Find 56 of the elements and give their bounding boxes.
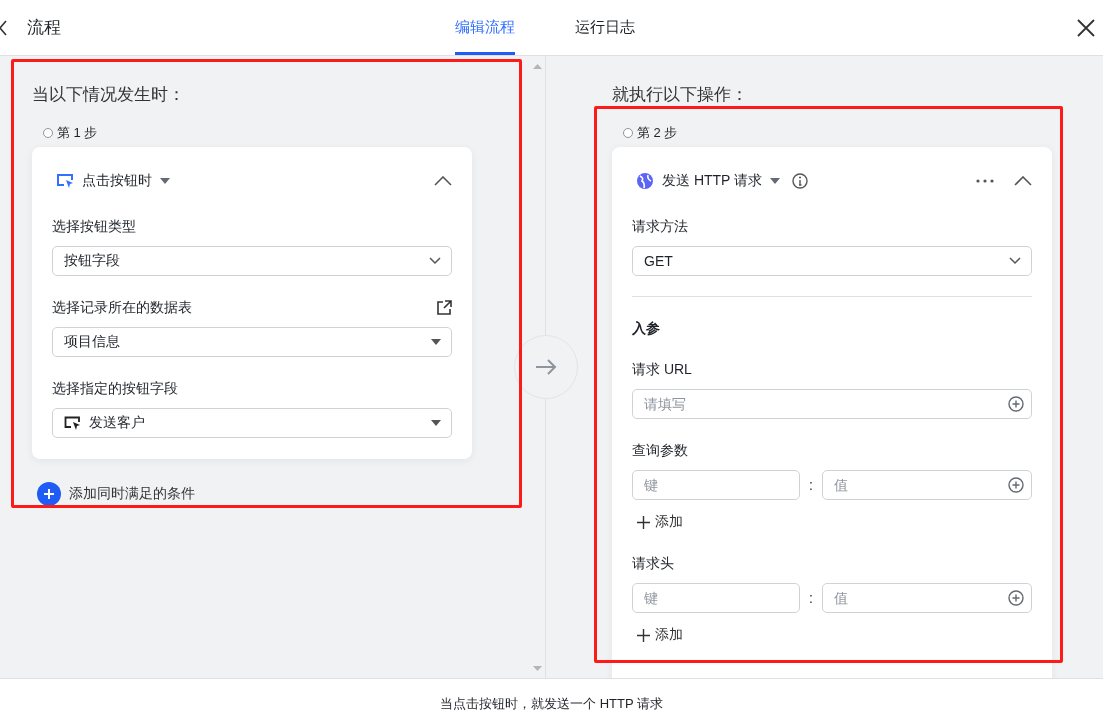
add-circle-icon[interactable]: [1008, 477, 1024, 493]
add-circle-icon[interactable]: [1008, 396, 1024, 412]
cursor-screen-icon: [64, 416, 81, 430]
value-input-field[interactable]: 值: [822, 583, 1032, 613]
card-title[interactable]: 发送 HTTP 请求: [662, 172, 763, 190]
add-condition-link[interactable]: 添加同时满足的条件: [69, 485, 195, 503]
page-title: 流程: [27, 17, 61, 39]
caret-icon[interactable]: [770, 178, 781, 184]
add-button[interactable]: 添加: [632, 625, 683, 645]
field-label: 选择记录所在的数据表: [52, 299, 192, 317]
caret-icon[interactable]: [431, 420, 441, 426]
select-field[interactable]: 按钮字段: [52, 246, 452, 276]
globe-icon: [636, 172, 654, 190]
add-button[interactable]: 添加: [632, 512, 683, 532]
back-icon[interactable]: [0, 19, 8, 36]
add-circle-icon[interactable]: [1008, 590, 1024, 606]
step-dot-icon: [43, 128, 53, 138]
tab[interactable]: 运行日志: [574, 0, 635, 55]
separator: :: [808, 590, 814, 606]
separator: :: [808, 477, 814, 493]
step-dot-icon: [623, 128, 633, 138]
field-label: 请求 URL: [632, 361, 692, 379]
more-icon[interactable]: [976, 179, 994, 183]
cursor-screen-icon: [56, 173, 74, 189]
close-icon[interactable]: [1077, 18, 1095, 37]
field-label: 选择指定的按钮字段: [52, 380, 178, 398]
step-label: 第 2 步: [637, 124, 678, 142]
caret-icon[interactable]: [160, 178, 170, 184]
chevron-down-icon[interactable]: [1009, 257, 1021, 265]
chevron-down-icon[interactable]: [429, 257, 441, 265]
step-label: 第 1 步: [57, 124, 98, 142]
right-arrow-icon: [535, 359, 557, 375]
collapse-icon[interactable]: [434, 176, 452, 186]
plus-icon: [637, 628, 650, 642]
section-heading: 就执行以下操作：: [612, 84, 749, 106]
external-link-icon[interactable]: [436, 300, 452, 316]
card-title[interactable]: 点击按钮时: [82, 172, 152, 190]
flow-summary: 当点击按钮时，就发送一个 HTTP 请求: [440, 694, 663, 713]
plus-icon: [637, 515, 650, 529]
field-label: 查询参数: [632, 442, 688, 460]
collapse-icon[interactable]: [1014, 176, 1032, 186]
field-label: 请求头: [632, 555, 674, 573]
select-field[interactable]: 项目信息: [52, 327, 452, 357]
key-input-field[interactable]: 键: [632, 583, 800, 613]
caret-icon[interactable]: [431, 339, 441, 345]
field-label: 选择按钮类型: [52, 218, 136, 236]
field-label: 请求方法: [632, 218, 688, 236]
section-title: 入参: [632, 319, 661, 338]
info-icon[interactable]: [792, 173, 809, 189]
value-input-field[interactable]: 值: [822, 470, 1032, 500]
add-icon[interactable]: [37, 482, 61, 506]
select-field[interactable]: 发送客户: [52, 408, 452, 438]
section-heading: 当以下情况发生时：: [32, 84, 186, 106]
url-input-field[interactable]: 请填写: [632, 389, 1032, 419]
select-field[interactable]: GET: [632, 246, 1032, 276]
key-input-field[interactable]: 键: [632, 470, 800, 500]
